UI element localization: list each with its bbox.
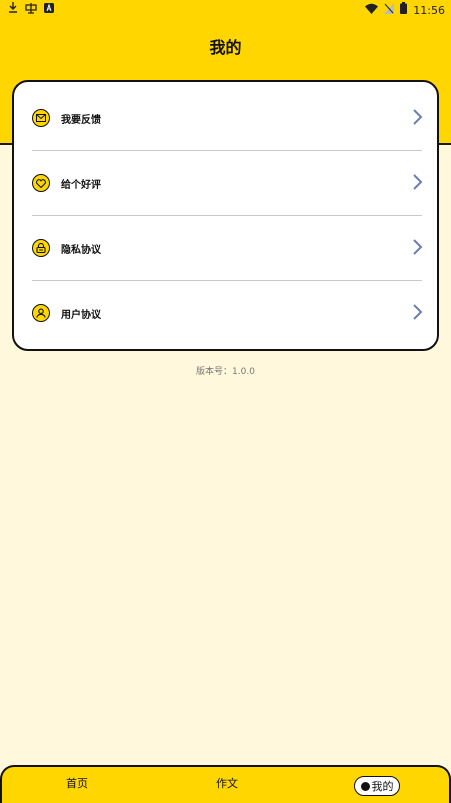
tab-write[interactable]: 作文 xyxy=(197,775,257,791)
chevron-right-icon xyxy=(413,109,423,125)
menu-item-feedback[interactable]: 我要反馈 xyxy=(32,86,423,150)
menu-item-privacy[interactable]: 隐私协议 xyxy=(32,216,423,280)
active-dot-icon xyxy=(360,781,370,791)
tab-mine-label: 我的 xyxy=(371,780,394,793)
battery-icon xyxy=(400,2,408,18)
tab-home[interactable]: 首页 xyxy=(47,775,107,791)
tab-mine[interactable]: 我的 xyxy=(354,776,400,796)
menu-item-user-agreement[interactable]: 用户协议 xyxy=(32,281,423,345)
wifi-icon xyxy=(365,3,379,18)
page-title: 我的 xyxy=(209,38,242,57)
menu-item-label: 隐私协议 xyxy=(61,244,101,256)
version-text: 版本号：1.0.0 xyxy=(196,367,255,377)
app-icon xyxy=(24,2,38,18)
a-badge-icon xyxy=(44,3,54,17)
bottom-tab-bar: 首页 作文 我的 xyxy=(0,765,451,803)
menu-item-rate[interactable]: 给个好评 xyxy=(32,151,423,215)
download-icon xyxy=(8,2,18,18)
chevron-right-icon xyxy=(413,304,423,320)
heart-icon xyxy=(32,174,50,192)
status-time: 11:56 xyxy=(413,3,445,17)
menu-card: 我要反馈 给个好评 隐私协议 用户协议 xyxy=(12,80,439,351)
menu-item-label: 用户协议 xyxy=(61,309,101,321)
chevron-right-icon xyxy=(413,174,423,190)
mail-icon xyxy=(32,109,50,127)
user-icon xyxy=(32,304,50,322)
signal-off-icon xyxy=(384,2,395,18)
status-bar: 11:56 xyxy=(0,0,451,20)
lock-icon xyxy=(32,239,50,257)
menu-item-label: 我要反馈 xyxy=(61,114,101,126)
menu-item-label: 给个好评 xyxy=(61,179,101,191)
chevron-right-icon xyxy=(413,239,423,255)
